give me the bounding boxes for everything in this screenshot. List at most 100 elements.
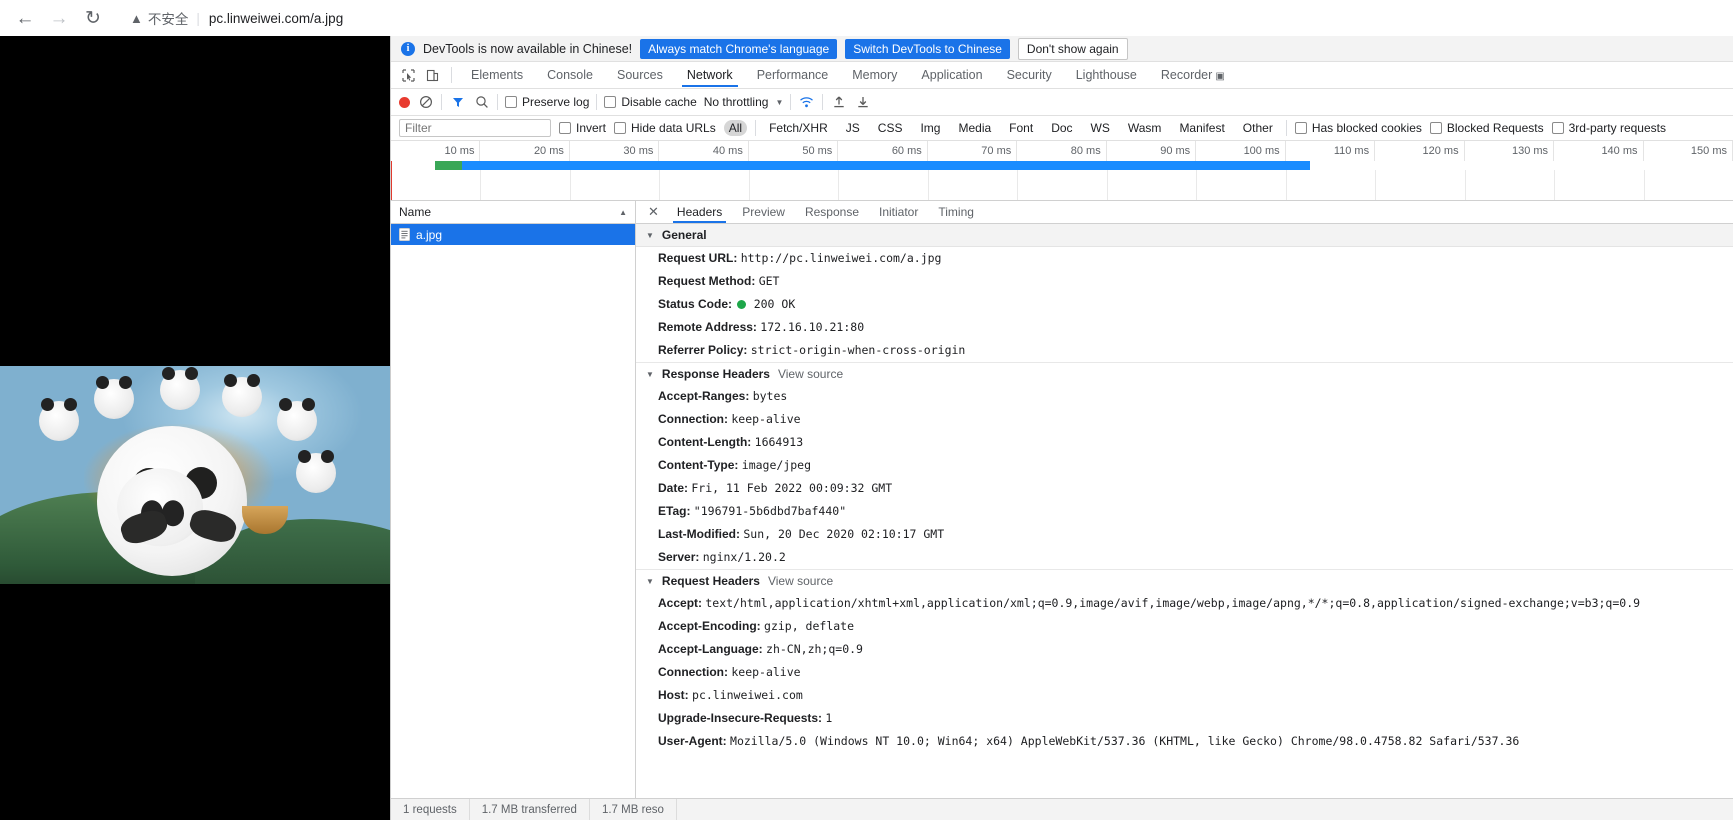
filter-type-wasm[interactable]: Wasm xyxy=(1123,120,1167,136)
tab-performance[interactable]: Performance xyxy=(746,64,840,86)
header-name: Referrer Policy: xyxy=(658,343,748,357)
header-value[interactable]: http://pc.linweiwei.com/a.jpg xyxy=(741,251,942,265)
column-header-name[interactable]: Name xyxy=(399,205,431,219)
request-name: a.jpg xyxy=(416,227,443,242)
header-value: gzip, deflate xyxy=(764,619,855,633)
header-value: Mozilla/5.0 (Windows NT 10.0; Win64; x64… xyxy=(730,734,1520,748)
sort-ascending-icon[interactable]: ▲ xyxy=(619,208,627,217)
filter-type-other[interactable]: Other xyxy=(1238,120,1278,136)
request-list-header[interactable]: Name ▲ xyxy=(391,201,635,224)
filter-type-font[interactable]: Font xyxy=(1004,120,1038,136)
throttling-select[interactable]: No throttling xyxy=(704,95,769,109)
timeline-tick: 80 ms xyxy=(1017,141,1107,161)
url-text[interactable]: pc.linweiwei.com/a.jpg xyxy=(209,11,343,26)
filter-type-all[interactable]: All xyxy=(723,120,748,136)
tab-initiator[interactable]: Initiator xyxy=(869,202,928,222)
switch-devtools-language-button[interactable]: Switch DevTools to Chinese xyxy=(845,38,1010,59)
security-status-label[interactable]: 不安全 xyxy=(148,8,189,28)
always-match-language-button[interactable]: Always match Chrome's language xyxy=(640,38,838,59)
request-headers-section-header[interactable]: ▼ Request Headers View source xyxy=(636,569,1733,592)
view-source-link-request[interactable]: View source xyxy=(768,574,833,588)
devtools-window: i DevTools is now available in Chinese! … xyxy=(390,36,1733,820)
filter-type-css[interactable]: CSS xyxy=(873,120,908,136)
tab-lighthouse[interactable]: Lighthouse xyxy=(1065,64,1148,86)
filter-type-js[interactable]: JS xyxy=(841,120,865,136)
header-name: Accept-Ranges: xyxy=(658,389,750,403)
image-mini-panda xyxy=(222,373,263,417)
header-row: Content-Type: image/jpeg xyxy=(636,454,1733,477)
header-name: Request URL: xyxy=(658,251,738,265)
back-icon[interactable]: ← xyxy=(8,1,42,35)
header-name: Accept-Language: xyxy=(658,642,763,656)
header-name: Host: xyxy=(658,688,689,702)
disable-cache-checkbox[interactable]: Disable cache xyxy=(604,95,697,109)
tab-application[interactable]: Application xyxy=(910,64,993,86)
timeline-gridline xyxy=(838,170,840,200)
tab-headers[interactable]: Headers xyxy=(667,202,732,223)
filter-type-doc[interactable]: Doc xyxy=(1046,120,1077,136)
view-source-link-response[interactable]: View source xyxy=(778,367,843,381)
checkbox-box xyxy=(604,96,617,108)
tab-timing[interactable]: Timing xyxy=(928,202,984,222)
inspect-element-icon[interactable] xyxy=(397,65,419,85)
header-name: User-Agent: xyxy=(658,734,727,748)
import-har-icon[interactable] xyxy=(830,94,847,111)
has-blocked-cookies-checkbox[interactable]: Has blocked cookies xyxy=(1294,121,1422,135)
tab-console[interactable]: Console xyxy=(536,64,604,86)
network-conditions-icon[interactable] xyxy=(798,94,815,111)
tab-preview[interactable]: Preview xyxy=(732,202,795,222)
filter-funnel-icon[interactable] xyxy=(449,94,466,111)
tab-elements[interactable]: Elements xyxy=(460,64,534,86)
general-section-header[interactable]: ▼ General xyxy=(636,224,1733,247)
clear-icon[interactable] xyxy=(417,94,434,111)
header-row: Content-Length: 1664913 xyxy=(636,431,1733,454)
request-detail-panel: ✕ Headers Preview Response Initiator Tim… xyxy=(636,201,1733,798)
tab-security[interactable]: Security xyxy=(996,64,1063,86)
tab-network[interactable]: Network xyxy=(676,64,744,87)
filter-type-fetch-xhr[interactable]: Fetch/XHR xyxy=(764,120,833,136)
export-har-icon[interactable] xyxy=(854,94,871,111)
timeline-tick: 140 ms xyxy=(1554,141,1644,161)
filter-type-ws[interactable]: WS xyxy=(1086,120,1115,136)
filter-type-media[interactable]: Media xyxy=(953,120,996,136)
toolbar-divider xyxy=(441,94,442,110)
close-icon[interactable]: ✕ xyxy=(640,204,667,220)
dont-show-again-button[interactable]: Don't show again xyxy=(1017,37,1128,60)
chevron-down-icon[interactable]: ▼ xyxy=(775,98,783,107)
header-value: 1 xyxy=(825,711,833,725)
device-toolbar-icon[interactable] xyxy=(421,65,443,85)
tab-response[interactable]: Response xyxy=(795,202,869,222)
reload-icon[interactable]: ↻ xyxy=(76,1,110,35)
timeline-gridline xyxy=(1643,170,1645,200)
filter-input[interactable] xyxy=(399,119,551,137)
invert-checkbox[interactable]: Invert xyxy=(559,121,606,135)
image-mini-panda xyxy=(39,397,79,441)
header-name: Status Code: xyxy=(658,297,733,311)
filter-type-manifest[interactable]: Manifest xyxy=(1174,120,1229,136)
header-name: Accept: xyxy=(658,596,703,610)
header-value: strict-origin-when-cross-origin xyxy=(750,343,966,357)
hide-data-urls-label: Hide data URLs xyxy=(631,121,716,135)
timeline-gridline xyxy=(1196,170,1198,200)
tab-recorder[interactable]: Recorder ▣ xyxy=(1150,64,1236,86)
document-icon xyxy=(399,228,410,241)
filter-divider xyxy=(1285,120,1287,136)
tab-memory[interactable]: Memory xyxy=(841,64,908,86)
record-button[interactable] xyxy=(399,96,410,108)
third-party-requests-checkbox[interactable]: 3rd-party requests xyxy=(1551,121,1666,135)
invert-label: Invert xyxy=(576,121,607,135)
blocked-requests-checkbox[interactable]: Blocked Requests xyxy=(1429,121,1544,135)
preserve-log-checkbox[interactable]: Preserve log xyxy=(505,95,589,109)
header-row: Request Method: GET xyxy=(636,270,1733,293)
forward-icon[interactable]: → xyxy=(42,1,76,35)
address-bar[interactable]: ▲ 不安全 | pc.linweiwei.com/a.jpg xyxy=(118,4,1733,32)
search-icon[interactable] xyxy=(473,94,490,111)
table-row[interactable]: a.jpg xyxy=(391,224,635,245)
hide-data-urls-checkbox[interactable]: Hide data URLs xyxy=(614,121,716,135)
network-overview-timeline[interactable]: 10 ms 20 ms 30 ms 40 ms 50 ms 60 ms 70 ms 80 ms… xyxy=(391,141,1733,201)
tab-sources[interactable]: Sources xyxy=(606,64,674,86)
header-row: Host: pc.linweiwei.com xyxy=(636,684,1733,707)
response-headers-section-header[interactable]: ▼ Response Headers View source xyxy=(636,362,1733,385)
filter-type-img[interactable]: Img xyxy=(915,120,945,136)
timeline-tick: 40 ms xyxy=(659,141,749,161)
